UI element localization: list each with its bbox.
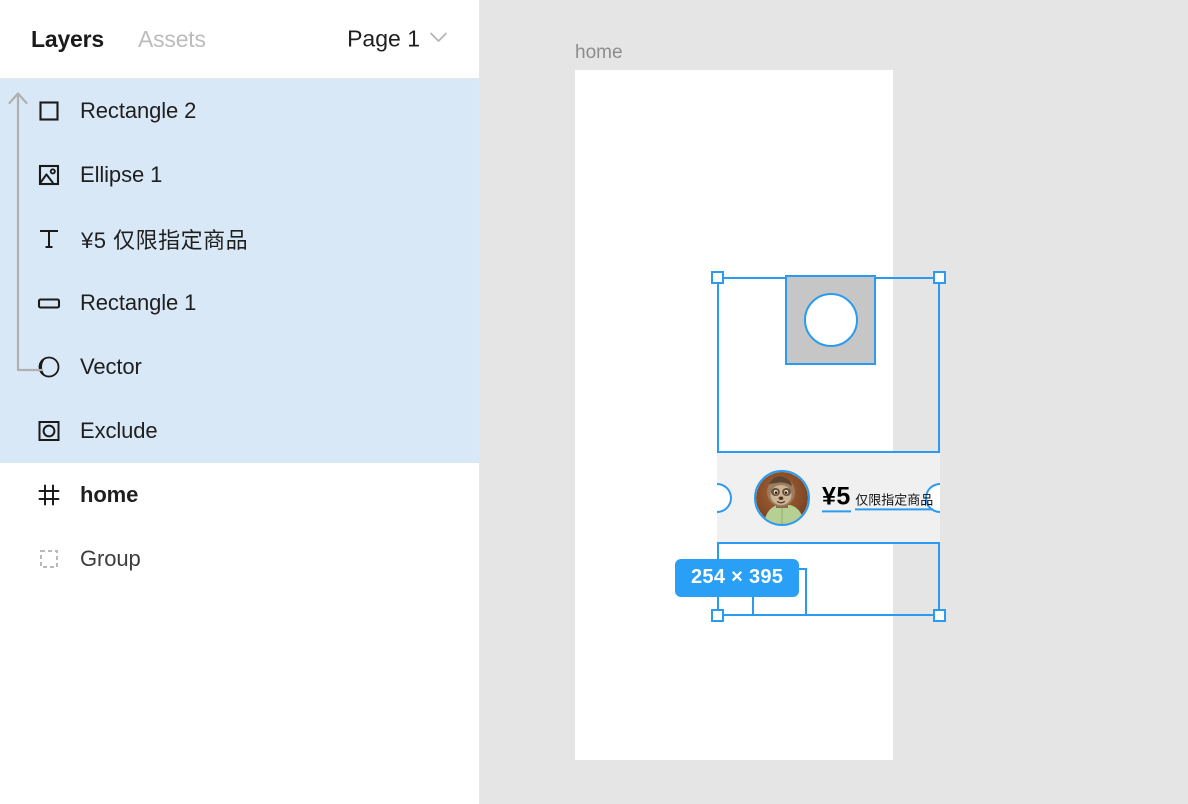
layer-list: Rectangle 2 Ellipse 1 ¥5 仅限指定商品 Rectangl… <box>0 79 479 591</box>
group-icon <box>36 546 62 572</box>
resize-handle-top-left[interactable] <box>711 271 724 284</box>
layer-label: Group <box>80 546 141 571</box>
layer-label: Rectangle 2 <box>80 98 197 123</box>
layer-row-exclude[interactable]: Exclude <box>0 399 479 463</box>
coupon-subtitle[interactable]: 仅限指定商品 <box>855 489 934 510</box>
resize-handle-top-right[interactable] <box>933 271 946 284</box>
boolean-exclude-icon <box>36 418 62 444</box>
frame-label[interactable]: home <box>575 42 623 64</box>
chevron-down-icon <box>429 30 448 48</box>
page-selector-label: Page 1 <box>347 25 420 52</box>
layer-label: Ellipse 1 <box>80 162 163 187</box>
frame-icon <box>36 482 62 508</box>
resize-handle-bottom-right[interactable] <box>933 609 946 622</box>
layer-label: Exclude <box>80 418 158 443</box>
layer-label: Rectangle 1 <box>80 290 197 315</box>
rectangle-icon <box>36 98 62 124</box>
layer-label: ¥5 仅限指定商品 <box>81 228 249 253</box>
layer-label: home <box>80 482 139 507</box>
figma-window: Layers Assets Page 1 Rectangle 2 Ellipse… <box>0 0 1188 804</box>
layer-row-text[interactable]: ¥5 仅限指定商品 <box>0 207 479 271</box>
layer-row-ellipse-1[interactable]: Ellipse 1 <box>0 143 479 207</box>
image-icon <box>36 162 62 188</box>
layer-row-group[interactable]: Group <box>0 527 479 591</box>
layer-label: Vector <box>80 354 142 379</box>
coupon-text-block: ¥5 仅限指定商品 <box>822 483 934 513</box>
image-placeholder-rect[interactable] <box>785 275 876 365</box>
dimension-badge: 254 × 395 <box>675 559 800 597</box>
layer-row-rectangle-2[interactable]: Rectangle 2 <box>0 79 479 143</box>
tab-assets[interactable]: Assets <box>138 26 206 53</box>
layer-row-vector[interactable]: Vector <box>0 335 479 399</box>
page-selector[interactable]: Page 1 <box>347 26 448 53</box>
layer-row-home[interactable]: home <box>0 463 479 527</box>
panel-header: Layers Assets Page 1 <box>0 0 479 79</box>
ellipse-shape[interactable] <box>803 293 858 347</box>
coupon-price[interactable]: ¥5 <box>822 483 851 513</box>
layer-row-rectangle-1[interactable]: Rectangle 1 <box>0 271 479 335</box>
coupon-card[interactable]: ¥5 仅限指定商品 <box>717 451 940 544</box>
text-icon <box>36 226 62 252</box>
coupon-notch-left <box>717 482 732 513</box>
tab-layers[interactable]: Layers <box>31 26 104 53</box>
design-canvas[interactable]: home ¥5 仅限指定商品 254 × 395 <box>480 0 1188 804</box>
boolean-union-icon <box>36 354 62 380</box>
sloth-avatar[interactable] <box>754 469 810 526</box>
layers-panel: Layers Assets Page 1 Rectangle 2 Ellipse… <box>0 0 480 804</box>
frame-home[interactable]: ¥5 仅限指定商品 <box>575 70 946 760</box>
rounded-rectangle-icon <box>36 290 62 316</box>
resize-handle-bottom-left[interactable] <box>711 609 724 622</box>
